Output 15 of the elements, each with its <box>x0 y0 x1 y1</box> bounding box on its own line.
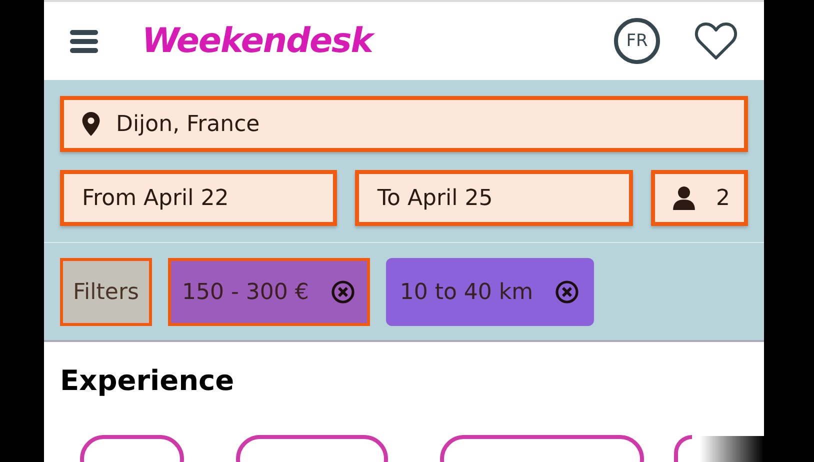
filters-button[interactable]: Filters <box>60 258 152 326</box>
remove-icon[interactable] <box>555 280 580 304</box>
map-pin-icon <box>82 112 100 136</box>
language-button[interactable]: FR <box>614 18 660 64</box>
location-field[interactable]: Dijon, France <box>60 96 748 152</box>
menu-icon[interactable] <box>70 29 98 53</box>
scroll-fade <box>700 436 764 462</box>
logo[interactable]: Weekendesk <box>142 21 372 61</box>
person-icon <box>672 186 695 210</box>
from-date-field[interactable]: From April 22 <box>60 170 338 226</box>
guests-field[interactable]: 2 <box>650 170 748 226</box>
heart-icon[interactable] <box>694 21 738 61</box>
remove-icon[interactable] <box>330 280 355 304</box>
section-title: Experience <box>60 364 236 397</box>
to-date-field[interactable]: To April 25 <box>355 170 633 226</box>
